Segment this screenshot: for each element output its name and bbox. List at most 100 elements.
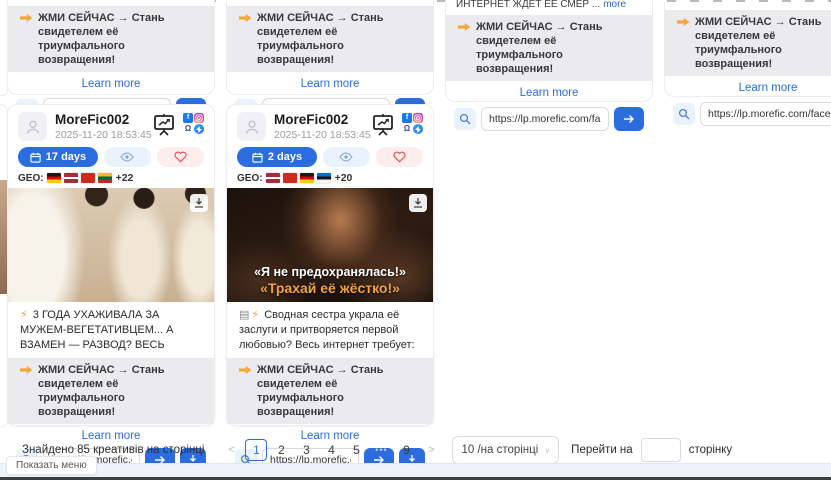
cta-band: ЖМИ СЕЙЧАС → Стань свидетелем её триумфа…	[227, 358, 433, 424]
avatar	[237, 112, 266, 141]
messenger-icon[interactable]	[413, 124, 423, 134]
results-count: Знайдено 85 креативів на сторінці	[22, 444, 204, 456]
page-button-1[interactable]: 1	[245, 439, 267, 461]
lightning-icon: ⚡	[251, 308, 259, 323]
partial-creative-card: ИНТЕРНЕТ ЖДЁТ ЕЁ СМЕР ...more ЖМИ СЕЙЧАС…	[445, 0, 653, 102]
partial-creative-card: ЖМИ СЕЙЧАС → Стань свидетелем её триумфа…	[664, 2, 831, 97]
card-header: MoreFic002 2025-11-20 18:53:45	[8, 105, 214, 141]
advertiser-block: MoreFic002 2025-11-20 18:53:45	[55, 112, 152, 141]
days-badge[interactable]: 2 days	[237, 147, 317, 167]
geo-label: GEO:	[237, 173, 263, 184]
days-label: 2 days	[268, 151, 302, 163]
learn-more-link[interactable]: Learn more	[227, 78, 433, 92]
learn-more-link[interactable]: Learn more	[665, 82, 831, 96]
audience-network-icon[interactable]	[183, 124, 193, 134]
facebook-icon[interactable]	[402, 113, 412, 123]
description-text: 3 ГОДА УХАЖИВАЛА ЗА МУЖЕМ-ВЕГЕТАТИВЦЕМ..…	[20, 309, 174, 353]
flag-red-icon	[283, 173, 297, 183]
calendar-icon	[30, 152, 41, 163]
pointing-hand-icon	[239, 365, 252, 375]
creative-description: ⚡ 3 ГОДА УХАЖИВАЛА ЗА МУЖЕМ-ВЕГЕТАТИВЦЕМ…	[20, 308, 202, 353]
advertiser-name[interactable]: MoreFic002	[274, 112, 371, 127]
advertiser-block: MoreFic002 2025-11-20 18:53:45	[274, 112, 371, 141]
page-button-4[interactable]: 4	[320, 439, 342, 461]
person-icon	[24, 118, 42, 136]
creative-image[interactable]: «Я не предохранялась!» «Трахай её жёстко…	[227, 188, 433, 302]
open-url-button[interactable]	[614, 107, 644, 131]
description-text: Сводная сестра украла её заслуги и притв…	[239, 309, 415, 353]
cta-text: ЖМИ СЕЙЧАС → Стань свидетелем её триумфа…	[38, 363, 202, 419]
views-button[interactable]	[323, 147, 370, 167]
cta-text: ЖМИ СЕЙЧАС → Стань свидетелем её триумфа…	[257, 363, 421, 419]
search-url-button[interactable]	[673, 103, 695, 125]
days-label: 17 days	[46, 151, 86, 163]
page-button-5[interactable]: 5	[345, 439, 367, 461]
goto-prefix-label: Перейти на	[571, 444, 633, 456]
messenger-icon[interactable]	[194, 124, 204, 134]
learn-more-link[interactable]: Learn more	[446, 87, 652, 101]
instagram-icon[interactable]	[194, 113, 204, 123]
prev-page-button[interactable]: <	[220, 439, 242, 461]
next-page-button[interactable]: >	[420, 439, 442, 461]
overlay-line-1: «Я не предохранялась!»	[227, 264, 433, 280]
posted-date: 2025-11-20 18:53:45	[274, 129, 371, 141]
cta-text: ЖМИ СЕЙЧАС → Стань свидетелем её триумфа…	[257, 11, 421, 67]
favorite-button[interactable]	[157, 147, 204, 167]
landing-url-input[interactable]	[481, 107, 609, 131]
flag-germany-icon	[47, 173, 61, 183]
goto-page-input[interactable]	[641, 438, 681, 462]
presentation-chart-icon[interactable]	[371, 113, 395, 136]
goto-suffix-label: сторінку	[689, 444, 733, 456]
download-icon[interactable]	[190, 194, 208, 212]
search-url-button[interactable]	[454, 108, 476, 130]
learn-more-link[interactable]: Learn more	[8, 78, 214, 92]
pointing-hand-icon	[239, 13, 252, 23]
posted-date: 2025-11-20 18:53:45	[55, 129, 152, 141]
cta-band: ЖМИ СЕЙЧАС → Стань свидетелем её триумфа…	[8, 358, 214, 424]
badges-row: 17 days	[18, 147, 204, 167]
search-icon	[678, 108, 690, 120]
facebook-icon[interactable]	[183, 113, 193, 123]
instagram-icon[interactable]	[413, 113, 423, 123]
overlay-line-2: «Трахай её жёстко!»	[227, 280, 433, 297]
header-icons	[152, 113, 204, 136]
creative-overlay-text: «Я не предохранялась!» «Трахай её жёстко…	[227, 264, 433, 297]
partial-creative-card: ЖМИ СЕЙЧАС → Стань свидетелем её триумфа…	[7, 0, 215, 95]
geo-row: GEO: +20	[237, 172, 423, 184]
header-icons	[371, 113, 423, 136]
cta-text: ЖМИ СЕЙЧАС → Стань свидетелем её триумфа…	[476, 20, 640, 76]
more-link[interactable]: more	[603, 0, 626, 10]
geo-more-count[interactable]: +22	[116, 172, 134, 184]
page-button-2[interactable]: 2	[270, 439, 292, 461]
landing-url-input[interactable]	[700, 102, 831, 126]
lightning-icon: ⚡	[20, 308, 28, 323]
days-badge[interactable]: 17 days	[18, 147, 98, 167]
pointing-hand-icon	[458, 22, 471, 32]
views-button[interactable]	[104, 147, 151, 167]
cta-band: ЖМИ СЕЙЧАС → Стань свидетелем её триумфа…	[446, 15, 652, 81]
download-icon[interactable]	[409, 194, 427, 212]
heart-icon	[393, 151, 406, 163]
pointing-hand-icon	[677, 17, 690, 27]
calendar-icon	[252, 152, 263, 163]
pager-ellipsis[interactable]: •••	[370, 439, 392, 461]
geo-more-count[interactable]: +20	[335, 172, 353, 184]
creative-image[interactable]	[8, 188, 214, 302]
pointing-hand-icon	[20, 13, 33, 23]
networks-grid	[183, 113, 204, 134]
cta-band: ЖМИ СЕЙЧАС → Стань свидетелем её триумфа…	[8, 6, 214, 72]
flag-red-icon	[81, 173, 95, 183]
page-size-select[interactable]: 10 /на сторінці ∨	[452, 436, 559, 464]
arrow-right-icon	[623, 114, 635, 124]
advertiser-name[interactable]: MoreFic002	[55, 112, 152, 127]
show-menu-button[interactable]: Показать меню	[6, 456, 97, 475]
person-icon	[243, 118, 261, 136]
page-button-3[interactable]: 3	[295, 439, 317, 461]
presentation-chart-icon[interactable]	[152, 113, 176, 136]
favorite-button[interactable]	[376, 147, 423, 167]
url-row	[454, 107, 644, 131]
audience-network-icon[interactable]	[402, 124, 412, 134]
page-button-9[interactable]: 9	[395, 439, 417, 461]
flag-latvia-icon	[64, 173, 78, 183]
pagination-bar: Знайдено 85 креативів на сторінці < 1 2 …	[0, 436, 831, 464]
